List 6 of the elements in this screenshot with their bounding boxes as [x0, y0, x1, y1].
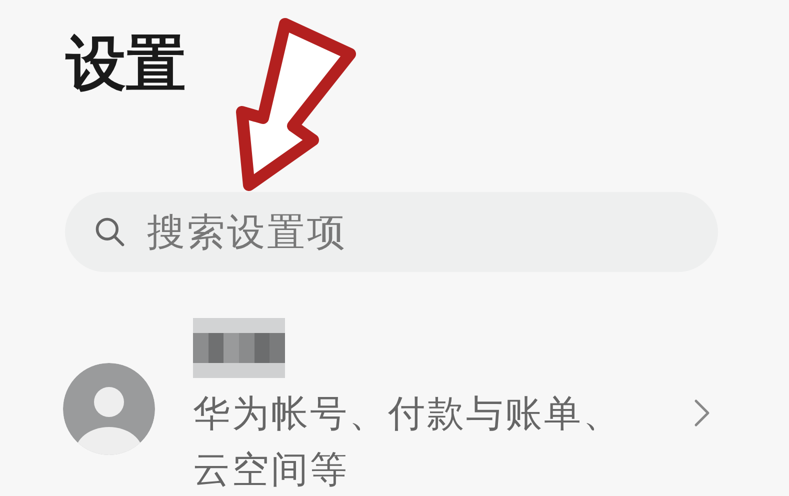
chevron-right-icon[interactable]	[693, 398, 711, 428]
search-field[interactable]: 搜索设置项	[65, 192, 718, 272]
search-icon	[93, 215, 127, 249]
account-subtitle: 华为帐号、付款与账单、云空间等	[193, 391, 623, 493]
avatar-icon	[63, 363, 155, 455]
page-title: 设置	[66, 28, 186, 100]
